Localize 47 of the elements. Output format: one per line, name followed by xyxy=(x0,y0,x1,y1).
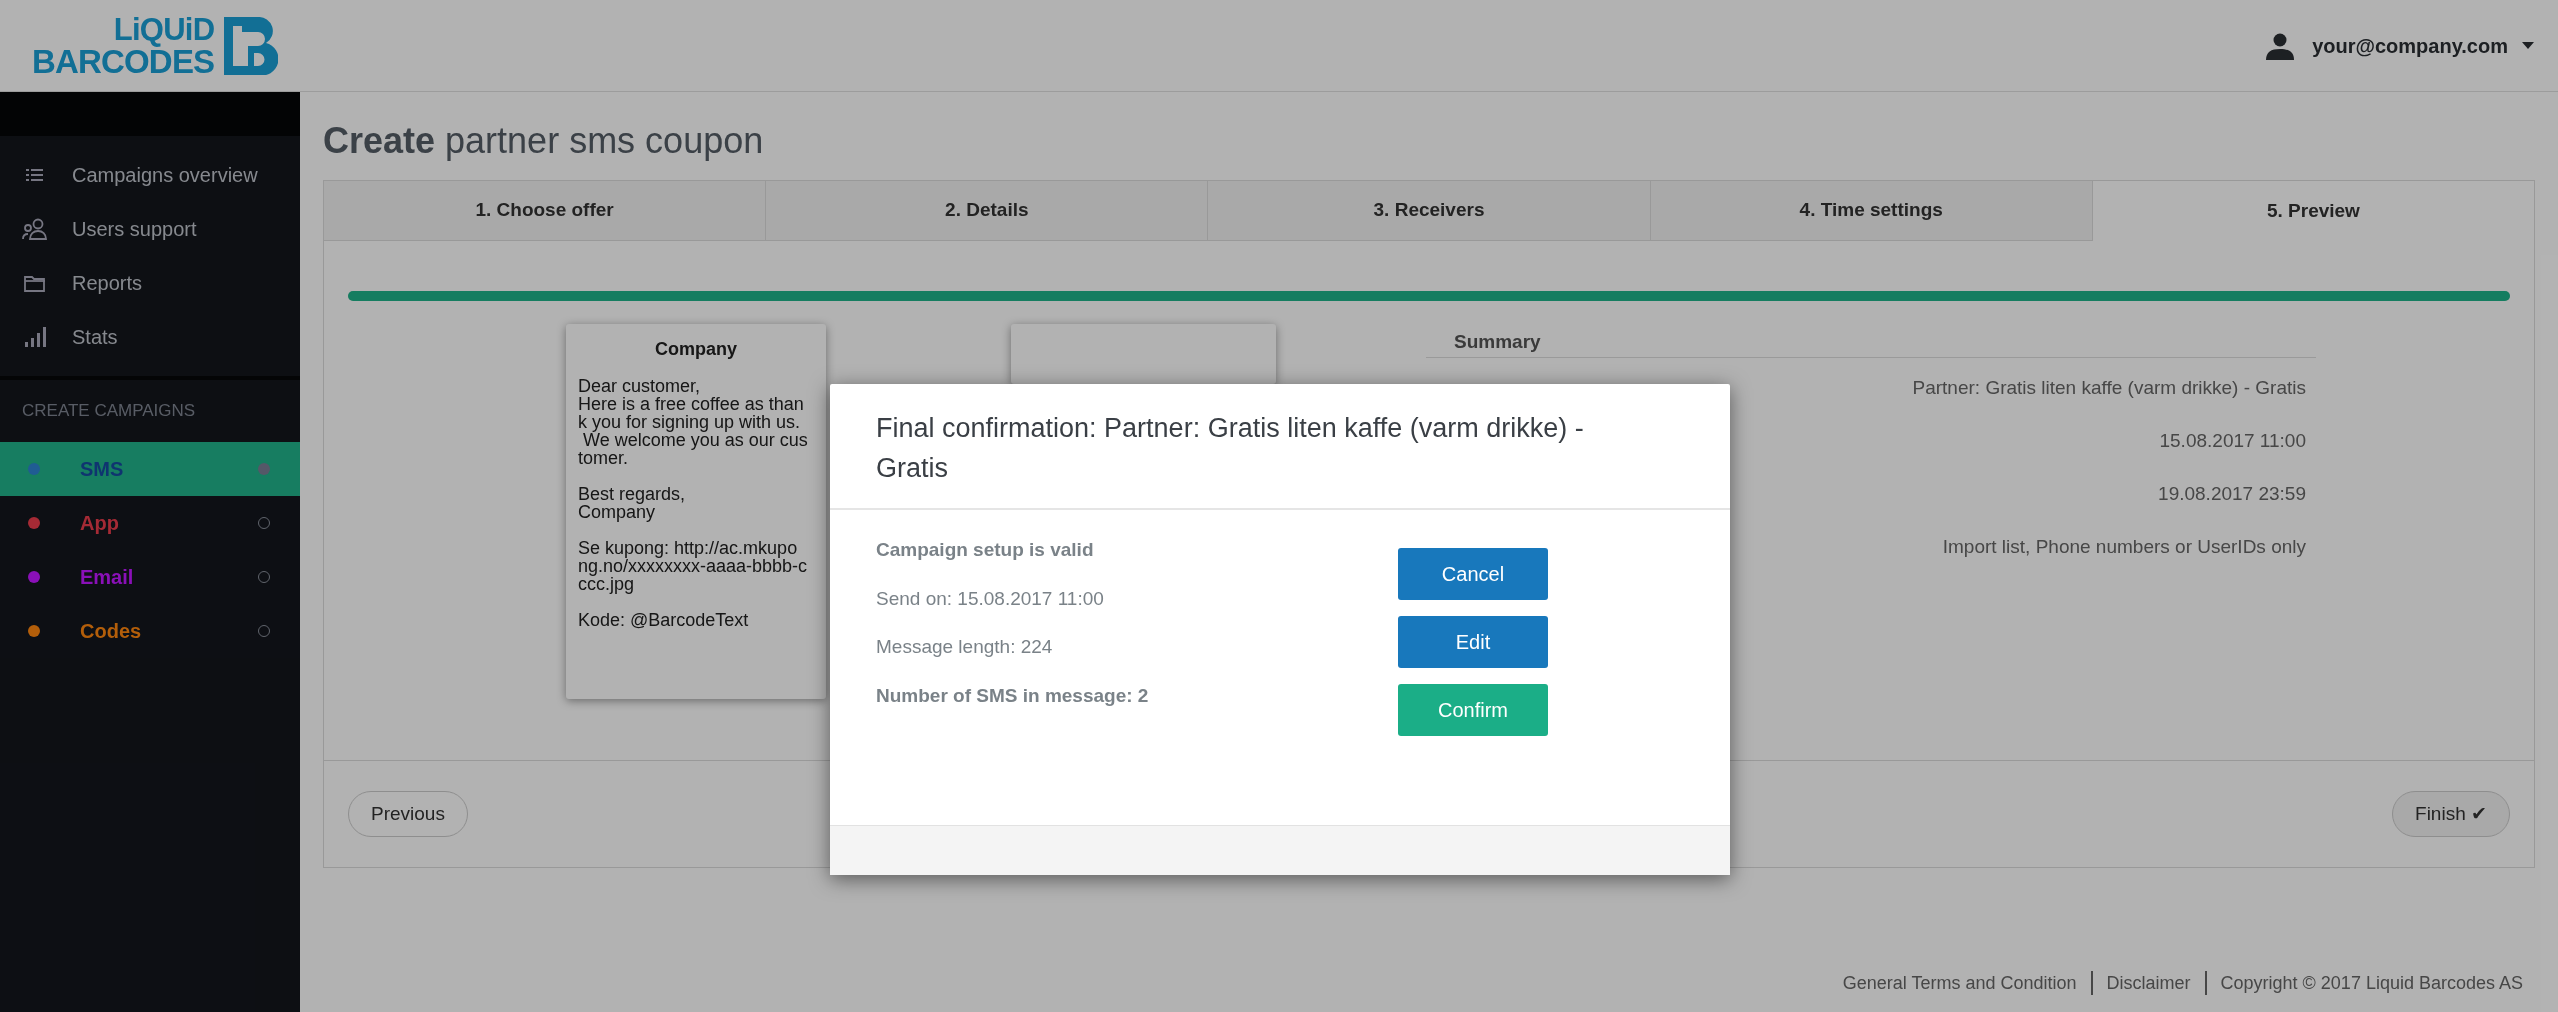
sidebar-item[interactable]: Campaigns overview xyxy=(0,148,300,202)
sidebar-item[interactable]: Stats xyxy=(0,310,300,364)
wizard-tab[interactable]: 2. Details xyxy=(766,181,1209,241)
finish-button[interactable]: Finish ✔ xyxy=(2392,791,2510,837)
user-email: your@company.com xyxy=(2312,33,2508,59)
summary-value: Import list, Phone numbers or UserIDs only xyxy=(1941,535,2306,559)
caret-icon xyxy=(2522,42,2534,49)
folder-icon xyxy=(22,273,48,293)
summary-value: 15.08.2017 11:00 xyxy=(2158,429,2306,453)
dialog-text: Send on: 15.08.2017 11:00 xyxy=(876,586,1105,611)
dialog-text: Message length: 224 xyxy=(876,635,1054,659)
summary-value: 19.08.2017 23:59 xyxy=(2157,482,2306,506)
section-title: CREATE CAMPAIGNS xyxy=(21,400,197,423)
user-icon xyxy=(2266,31,2295,60)
campaign-type-label: App xyxy=(80,511,120,536)
users-icon xyxy=(22,218,48,240)
sms-message: Dear customer, Here is a free coffee as than k you for signing up with us. We welcome you as our cus tomer. xyxy=(578,377,809,467)
footer-link[interactable]: General Terms and Condition xyxy=(1842,969,2077,997)
sidebar-item[interactable]: Reports xyxy=(0,256,300,310)
campaign-type-label: SMS xyxy=(80,457,125,482)
wizard-tab[interactable]: 3. Receivers xyxy=(1208,181,1651,241)
footer-link[interactable]: Copyright © 2017 Liquid Barcodes AS xyxy=(2220,969,2523,997)
footer-link[interactable]: Disclaimer xyxy=(2106,969,2191,997)
user-menu[interactable]: your@company.com xyxy=(2266,30,2534,61)
page-title: Create partner sms coupon xyxy=(323,119,765,163)
selected-indicator xyxy=(258,463,270,475)
sms-message: Kode: @BarcodeText xyxy=(578,611,750,629)
sidebar-item[interactable]: Users support xyxy=(0,202,300,256)
confirm-button[interactable]: Confirm xyxy=(1398,684,1548,736)
summary-value: Partner: Gratis liten kaffe (varm drikke) - Gratis xyxy=(1911,376,2306,400)
dialog-text: Number of SMS in message: 2 xyxy=(876,683,1150,708)
sms-message: Se kupong: http://ac.mkupo ng.no/xxxxxxxx-aaaa-bbbb-c ccc.jpg xyxy=(578,539,809,593)
logo-mark-icon xyxy=(224,16,279,75)
wizard-tab[interactable]: 1. Choose offer xyxy=(324,181,767,241)
campaign-type-label: Codes xyxy=(80,619,143,644)
logo-text: LiQUiD xyxy=(113,13,215,45)
dialog-text: Campaign setup is valid xyxy=(876,538,1095,562)
previous-button[interactable]: Previous xyxy=(348,791,468,837)
summary-heading: Summary xyxy=(1426,324,2316,358)
campaign-type-label: Email xyxy=(80,565,135,590)
sms-sender: Company xyxy=(654,338,738,361)
dialog-button[interactable]: Cancel xyxy=(1398,548,1548,600)
dialog-button[interactable]: Edit xyxy=(1398,616,1548,668)
sms-message: Best regards, Company xyxy=(578,485,687,521)
wizard-tab[interactable]: 4. Time settings xyxy=(1650,181,2093,241)
dialog-title: Final confirmation: Partner: Gratis liten kaffe (varm drikke) - Gratis xyxy=(876,412,1585,485)
bar-chart-icon xyxy=(22,326,48,348)
